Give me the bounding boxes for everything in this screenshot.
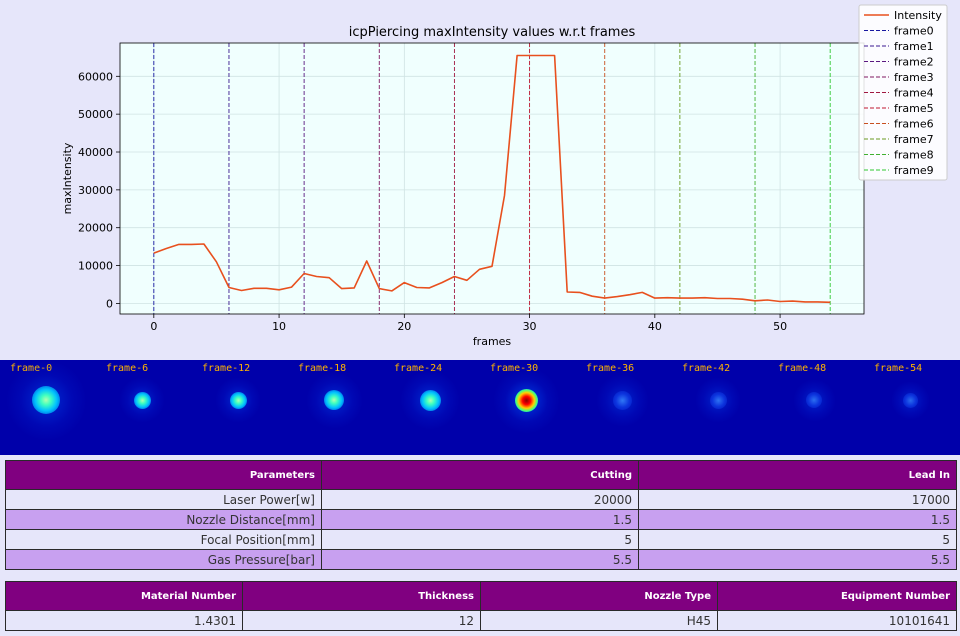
x-tick-label: 0	[150, 320, 157, 333]
frame-spot	[133, 391, 151, 409]
params-cell: Gas Pressure[bar]	[5, 549, 322, 570]
params-cell: 20000	[321, 489, 639, 510]
table-row: Nozzle Distance[mm] 1.5 1.5	[5, 509, 957, 530]
frame-spot	[902, 392, 918, 408]
y-tick-label: 40000	[78, 146, 113, 159]
parameters-table: Parameters Cutting Lead In Laser Power[w] 2…	[5, 460, 957, 570]
x-tick-label: 50	[773, 320, 787, 333]
frame-spot	[709, 391, 727, 409]
frame-spot	[324, 390, 344, 410]
legend-label-frame9: frame9	[894, 164, 934, 177]
params-cell: Laser Power[w]	[5, 489, 322, 510]
frame-thumbnails-strip: frame-0frame-6frame-12frame-18frame-24fr…	[0, 360, 960, 455]
x-tick-label: 20	[397, 320, 411, 333]
frame-spot	[419, 389, 441, 411]
table-row: Laser Power[w] 20000 17000	[5, 489, 957, 510]
frame-thumbnail: frame-12	[192, 360, 288, 455]
params-cell: 5	[638, 529, 957, 550]
y-tick-label: 20000	[78, 222, 113, 235]
y-tick-label: 50000	[78, 108, 113, 121]
y-tick-label: 60000	[78, 70, 113, 83]
frame-label: frame-54	[874, 363, 923, 374]
plot-area	[120, 43, 864, 314]
material-header: Nozzle Type	[480, 581, 718, 611]
frame-thumbnail: frame-6	[96, 360, 192, 455]
legend-label-Intensity: Intensity	[894, 9, 942, 22]
legend-label-frame0: frame0	[894, 25, 934, 38]
legend-label-frame6: frame6	[894, 118, 934, 131]
chart-title: icpPiercing maxIntensity values w.r.t fr…	[349, 25, 636, 40]
params-cell: Nozzle Distance[mm]	[5, 509, 322, 530]
table-row: Focal Position[mm] 5 5	[5, 529, 957, 550]
frame-label: frame-42	[682, 363, 731, 374]
params-cell: 1.5	[638, 509, 957, 530]
params-cell: 5.5	[321, 549, 639, 570]
material-cell: H45	[480, 610, 718, 631]
x-tick-label: 30	[523, 320, 537, 333]
frame-label: frame-36	[586, 363, 635, 374]
frame-thumbnail: frame-36	[576, 360, 672, 455]
material-header: Material Number	[5, 581, 243, 611]
legend-label-frame1: frame1	[894, 40, 934, 53]
params-cell: 5.5	[638, 549, 957, 570]
frame-spot	[229, 391, 247, 409]
y-axis-label: maxIntensity	[61, 142, 74, 214]
legend-label-frame2: frame2	[894, 56, 934, 69]
params-header: Parameters	[5, 460, 322, 490]
frame-thumbnail: frame-48	[768, 360, 864, 455]
y-tick-label: 30000	[78, 184, 113, 197]
x-tick-label: 40	[648, 320, 662, 333]
material-header: Thickness	[242, 581, 481, 611]
frame-label: frame-6	[106, 363, 149, 374]
frame-thumbnail: frame-42	[672, 360, 768, 455]
legend-label-frame5: frame5	[894, 102, 934, 115]
frame-thumbnail: frame-18	[288, 360, 384, 455]
frame-spot	[32, 386, 60, 414]
legend-label-frame4: frame4	[894, 87, 934, 100]
material-cell: 1.4301	[5, 610, 243, 631]
legend-label-frame3: frame3	[894, 71, 934, 84]
params-cell: Focal Position[mm]	[5, 529, 322, 550]
frame-label: frame-48	[778, 363, 827, 374]
y-tick-label: 0	[106, 297, 113, 310]
frame-thumbnail: frame-0	[0, 360, 96, 455]
params-cell: 5	[321, 529, 639, 550]
legend-label-frame7: frame7	[894, 133, 934, 146]
table-row: 1.4301 12 H45 10101641	[5, 610, 957, 631]
frame-thumbnail: frame-24	[384, 360, 480, 455]
frame-label: frame-12	[202, 363, 251, 374]
params-header: Lead In	[638, 460, 957, 490]
x-tick-label: 10	[272, 320, 286, 333]
material-cell: 10101641	[717, 610, 957, 631]
intensity-chart: 0 10 20 30 40 50 0 10000 20000 30000 40000 50000 600…	[61, 4, 948, 348]
frame-spot	[612, 390, 632, 410]
params-cell: 17000	[638, 489, 957, 510]
material-cell: 12	[242, 610, 481, 631]
params-header: Cutting	[321, 460, 639, 490]
y-tick-label: 10000	[78, 260, 113, 273]
legend-label-frame8: frame8	[894, 149, 934, 162]
x-axis-label: frames	[473, 335, 512, 348]
frame-spot	[514, 388, 538, 412]
frame-spot	[806, 392, 822, 408]
frame-thumbnail: frame-54	[864, 360, 960, 455]
material-header: Equipment Number	[717, 581, 957, 611]
frame-thumbnail: frame-30	[480, 360, 576, 455]
params-cell: 1.5	[321, 509, 639, 530]
table-row: Gas Pressure[bar] 5.5 5.5	[5, 549, 957, 570]
material-table: Material Number Thickness Nozzle Type Equip…	[5, 581, 957, 631]
